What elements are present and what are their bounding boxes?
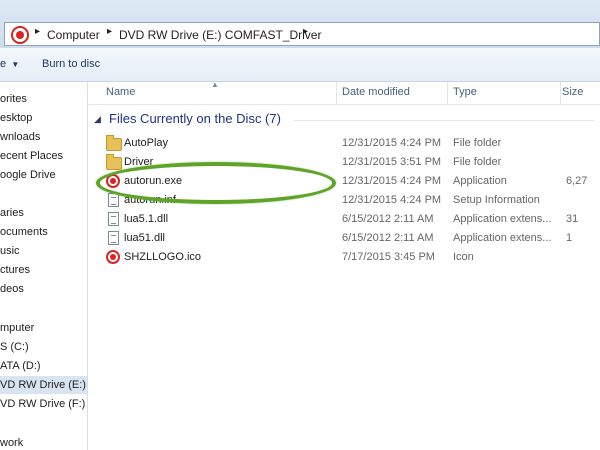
folder-icon (106, 154, 122, 170)
file-name: SHZLLOGO.ico (124, 251, 202, 263)
column-header-type[interactable]: Type (453, 86, 477, 98)
sort-up-icon: ▲ (211, 80, 219, 89)
nav-item-videos[interactable]: deos (0, 280, 87, 298)
dll-file-icon (108, 231, 119, 245)
file-type: Application extens... (453, 213, 552, 225)
nav-item-drive-d[interactable]: ATA (D:) (0, 357, 87, 375)
file-size: 1 (566, 232, 573, 244)
group-divider (294, 120, 594, 121)
nav-item-drive-e[interactable]: VD RW Drive (E:) C (0, 376, 87, 394)
file-date: 6/15/2012 2:11 AM (342, 213, 434, 225)
file-type: File folder (453, 156, 502, 168)
nav-item-drive-c[interactable]: S (C:) (0, 338, 87, 356)
drive-icon (11, 26, 29, 44)
breadcrumb-arrow-icon[interactable]: ▸ (107, 26, 112, 37)
file-type: File folder (453, 137, 502, 149)
breadcrumb-arrow-icon[interactable]: ▸ (35, 26, 40, 37)
nav-item-desktop[interactable]: esktop (0, 109, 87, 127)
file-row-lua51-dll[interactable]: lua51.dll 6/15/2012 2:11 AM Application … (88, 230, 600, 249)
navigation-pane: orites esktop wnloads ecent Places oogle… (0, 82, 88, 450)
organize-label: e (0, 58, 7, 70)
column-divider[interactable] (336, 82, 337, 104)
file-name: AutoPlay (124, 137, 169, 149)
command-bar: e ▼ Burn to disc (0, 48, 600, 82)
file-type: Application (453, 175, 507, 187)
nav-item-favorites[interactable]: orites (0, 90, 87, 108)
nav-item-google-drive[interactable]: oogle Drive (0, 166, 87, 184)
column-header-date[interactable]: Date modified (342, 86, 410, 98)
column-header-size[interactable]: Size (562, 86, 583, 98)
file-list-pane: ▲ Name Date modified Type Size ◢ Files C… (88, 80, 600, 450)
file-size: 6,27 (566, 175, 588, 187)
file-name: lua51.dll (124, 232, 165, 244)
file-date: 12/31/2015 4:24 PM (342, 175, 442, 187)
nav-item-music[interactable]: usic (0, 242, 87, 260)
file-date: 12/31/2015 4:24 PM (342, 137, 442, 149)
organize-button[interactable]: e ▼ (0, 58, 19, 70)
nav-item-recent-places[interactable]: ecent Places (0, 147, 87, 165)
file-date: 7/17/2015 3:45 PM (342, 251, 435, 263)
nav-item-computer[interactable]: mputer (0, 319, 87, 337)
column-header-name[interactable]: Name (106, 86, 135, 98)
file-row-lua5-1-dll[interactable]: lua5.1.dll 6/15/2012 2:11 AM Application… (88, 211, 600, 230)
group-title: Files Currently on the Disc (7) (109, 111, 281, 126)
ico-file-icon (106, 250, 120, 264)
dll-file-icon (108, 212, 119, 226)
nav-item-pictures[interactable]: ctures (0, 261, 87, 279)
nav-item-drive-f[interactable]: VD RW Drive (F:) (0, 395, 87, 413)
file-date: 12/31/2015 3:51 PM (342, 156, 442, 168)
column-divider[interactable] (447, 82, 448, 104)
column-divider[interactable] (560, 82, 561, 104)
file-date: 6/15/2012 2:11 AM (342, 232, 434, 244)
nav-item-libraries[interactable]: aries (0, 204, 87, 222)
nav-item-documents[interactable]: ocuments (0, 223, 87, 241)
address-bar-area: ▸ Computer ▸ DVD RW Drive (E:) COMFAST_D… (0, 0, 600, 48)
file-type: Application extens... (453, 232, 552, 244)
nav-item-downloads[interactable]: wnloads (0, 128, 87, 146)
highlight-circle-annotation (96, 162, 336, 204)
file-row-autoplay[interactable]: AutoPlay 12/31/2015 4:24 PM File folder (88, 135, 600, 154)
file-type: Setup Information (453, 194, 540, 206)
file-name: lua5.1.dll (124, 213, 169, 225)
nav-item-network[interactable]: work (0, 434, 87, 450)
column-header-row: ▲ Name Date modified Type Size (88, 80, 600, 105)
breadcrumb-drive[interactable]: DVD RW Drive (E:) COMFAST_Driver (119, 28, 321, 42)
breadcrumb-computer[interactable]: Computer (47, 28, 100, 42)
file-size: 31 (566, 213, 579, 225)
burn-to-disc-button[interactable]: Burn to disc (42, 58, 100, 70)
breadcrumb-arrow-icon[interactable]: ▸ (303, 26, 308, 37)
address-bar[interactable]: ▸ Computer ▸ DVD RW Drive (E:) COMFAST_D… (4, 22, 600, 46)
chevron-down-icon: ▼ (9, 60, 20, 69)
group-header[interactable]: ◢ Files Currently on the Disc (7) (94, 110, 594, 130)
file-date: 12/31/2015 4:24 PM (342, 194, 442, 206)
collapse-arrow-icon[interactable]: ◢ (94, 114, 101, 125)
folder-icon (106, 135, 122, 151)
file-type: Icon (453, 251, 474, 263)
file-row-shzllogo-ico[interactable]: SHZLLOGO.ico 7/17/2015 3:45 PM Icon (88, 249, 600, 268)
